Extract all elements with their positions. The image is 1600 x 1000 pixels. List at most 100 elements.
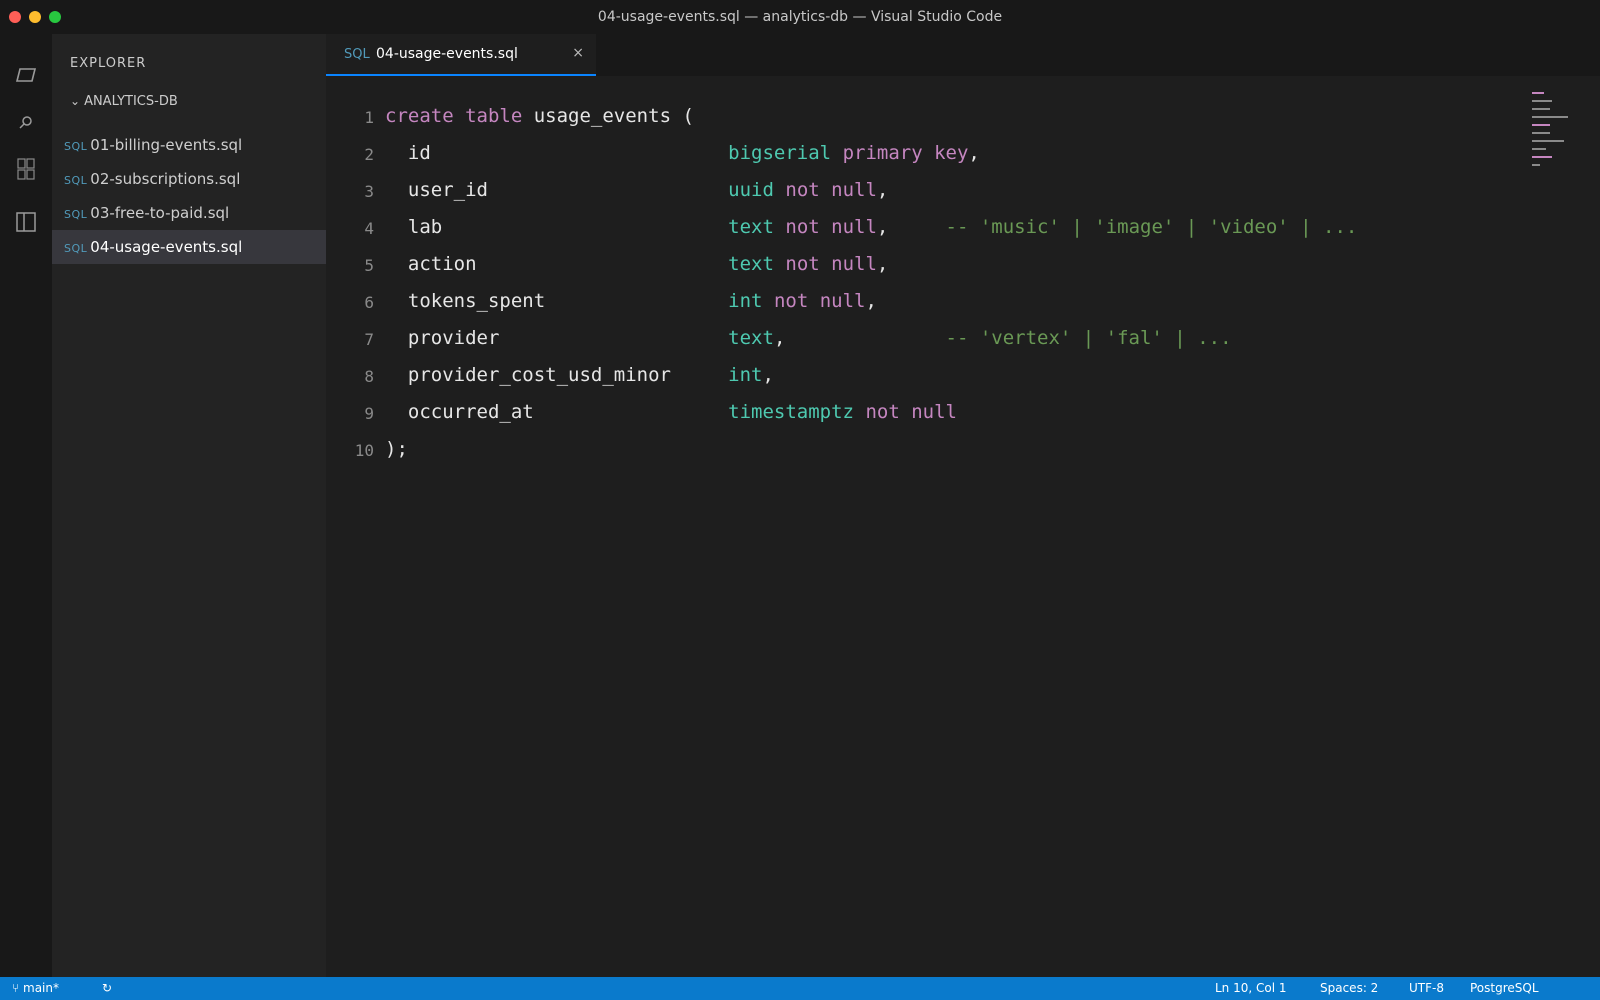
code-token: , [968, 142, 980, 164]
code-line[interactable]: tokens_spent int not null, [385, 290, 877, 312]
status-bar: ⑂ main* ↻ Ln 10, Col 1 Spaces: 2 UTF-8 P… [0, 977, 1600, 1000]
code-token: , [762, 364, 774, 386]
minimap[interactable] [1532, 92, 1580, 192]
code-token: -- 'music' | 'image' | 'video' | ... [945, 216, 1358, 238]
search-icon[interactable] [0, 112, 52, 136]
sql-file-icon: SQL [64, 174, 88, 187]
split-panel-icon[interactable] [0, 212, 52, 237]
explorer-icon[interactable] [0, 64, 52, 88]
code-token: , [876, 179, 889, 201]
window-title: 04-usage-events.sql — analytics-db — Vis… [597, 9, 1003, 25]
code-token: id [385, 142, 729, 164]
code-line[interactable]: provider_cost_usd_minor int, [385, 364, 774, 386]
code-line[interactable]: user_id uuid not null, [385, 179, 888, 201]
code-token: int [728, 364, 763, 386]
code-token: , [876, 253, 889, 275]
file-item-billing-events[interactable]: SQL 01-billing-events.sql [52, 128, 326, 162]
code-line[interactable]: lab text not null, -- 'music' | 'image' … [385, 216, 1357, 238]
activity-bar [0, 34, 52, 977]
close-icon[interactable]: × [572, 45, 584, 61]
code-token: occurred_at [385, 401, 729, 423]
code-token: table [465, 105, 523, 127]
code-token: , [865, 290, 877, 312]
code-line[interactable]: create table usage_events ( [385, 105, 694, 127]
file-item-free-to-paid[interactable]: SQL 03-free-to-paid.sql [52, 196, 326, 230]
git-branch-icon: ⑂ [12, 981, 24, 995]
tab-usage-events[interactable]: SQL 04-usage-events.sql × [326, 34, 596, 76]
code-token: tokens_spent [385, 290, 729, 312]
code-token: uuid [728, 179, 774, 201]
code-token: provider_cost_usd_minor [385, 364, 729, 386]
branch-status[interactable]: ⑂ main* [12, 981, 59, 995]
code-token: text [728, 253, 774, 275]
file-item-subscriptions[interactable]: SQL 02-subscriptions.sql [52, 162, 326, 196]
code-token: primary key [842, 142, 969, 164]
chevron-down-icon: ⌄ [70, 94, 81, 108]
line-number: 7 [364, 330, 374, 349]
code-token: int [728, 290, 763, 312]
code-token: , [876, 216, 946, 238]
file-label: 03-free-to-paid.sql [90, 204, 230, 222]
extensions-icon[interactable] [0, 158, 52, 185]
cursor-position[interactable]: Ln 10, Col 1 [1215, 981, 1287, 995]
code-token: lab [385, 216, 729, 238]
code-token: not null [785, 216, 877, 238]
encoding-status[interactable]: UTF-8 [1409, 981, 1444, 995]
sql-file-icon: SQL [64, 242, 88, 255]
code-line[interactable]: id bigserial primary key, [385, 142, 980, 164]
tab-bar: SQL 04-usage-events.sql × [326, 34, 1600, 76]
sql-file-icon: SQL [64, 208, 88, 221]
code-token: -- 'vertex' | 'fal' | ... [945, 327, 1232, 349]
code-token: not null [773, 290, 866, 312]
line-number: 10 [354, 441, 374, 460]
folder-label: ANALYTICS-DB [84, 94, 178, 109]
sql-file-icon: SQL [64, 140, 88, 153]
tab-label: 04-usage-events.sql [376, 46, 518, 62]
code-token: text [728, 216, 774, 238]
code-token: , [773, 327, 946, 349]
code-token: not null [785, 179, 877, 201]
code-line[interactable]: action text not null, [385, 253, 888, 275]
code-token: text [728, 327, 774, 349]
code-line[interactable]: provider text, -- 'vertex' | 'fal' | ... [385, 327, 1232, 349]
code-token: ); [385, 438, 408, 460]
code-line[interactable]: occurred_at timestamptz not null [385, 401, 957, 423]
code-token: timestamptz [728, 401, 855, 423]
file-label: 01-billing-events.sql [90, 136, 243, 154]
code-token: not null [785, 253, 877, 275]
code-line[interactable]: ); [385, 438, 408, 460]
line-number: 3 [364, 182, 374, 201]
explorer-sidebar: EXPLORER ⌄ ANALYTICS-DB SQL 01-billing-eve… [52, 34, 326, 977]
code-editor[interactable]: 1 2 3 4 5 6 7 8 9 10 create table usage_events ( … [326, 76, 1600, 977]
title-bar: 04-usage-events.sql — analytics-db — Vis… [0, 0, 1600, 34]
folder-analytics-db[interactable]: ⌄ ANALYTICS-DB [70, 94, 178, 109]
sync-icon[interactable]: ↻ [102, 981, 112, 995]
line-number: 8 [364, 367, 374, 386]
line-number: 9 [364, 404, 374, 423]
code-token: create [385, 105, 454, 127]
language-mode[interactable]: PostgreSQL [1470, 981, 1539, 995]
code-token: provider [385, 327, 729, 349]
code-token: bigserial [728, 142, 832, 164]
line-number: 4 [364, 219, 374, 238]
code-token: action [385, 253, 729, 275]
code-token: user_id [385, 179, 729, 201]
line-number: 6 [364, 293, 374, 312]
explorer-heading: EXPLORER [70, 56, 147, 71]
file-item-usage-events[interactable]: SQL 04-usage-events.sql [52, 230, 326, 264]
sql-file-icon: SQL [344, 47, 370, 62]
line-number: 5 [364, 256, 374, 275]
line-number: 1 [364, 108, 374, 127]
file-label: 02-subscriptions.sql [90, 170, 241, 188]
code-token: not null [865, 401, 957, 423]
file-label: 04-usage-events.sql [90, 238, 243, 256]
code-token: usage_events ( [522, 105, 694, 127]
line-number: 2 [364, 145, 374, 164]
indentation-status[interactable]: Spaces: 2 [1320, 981, 1378, 995]
